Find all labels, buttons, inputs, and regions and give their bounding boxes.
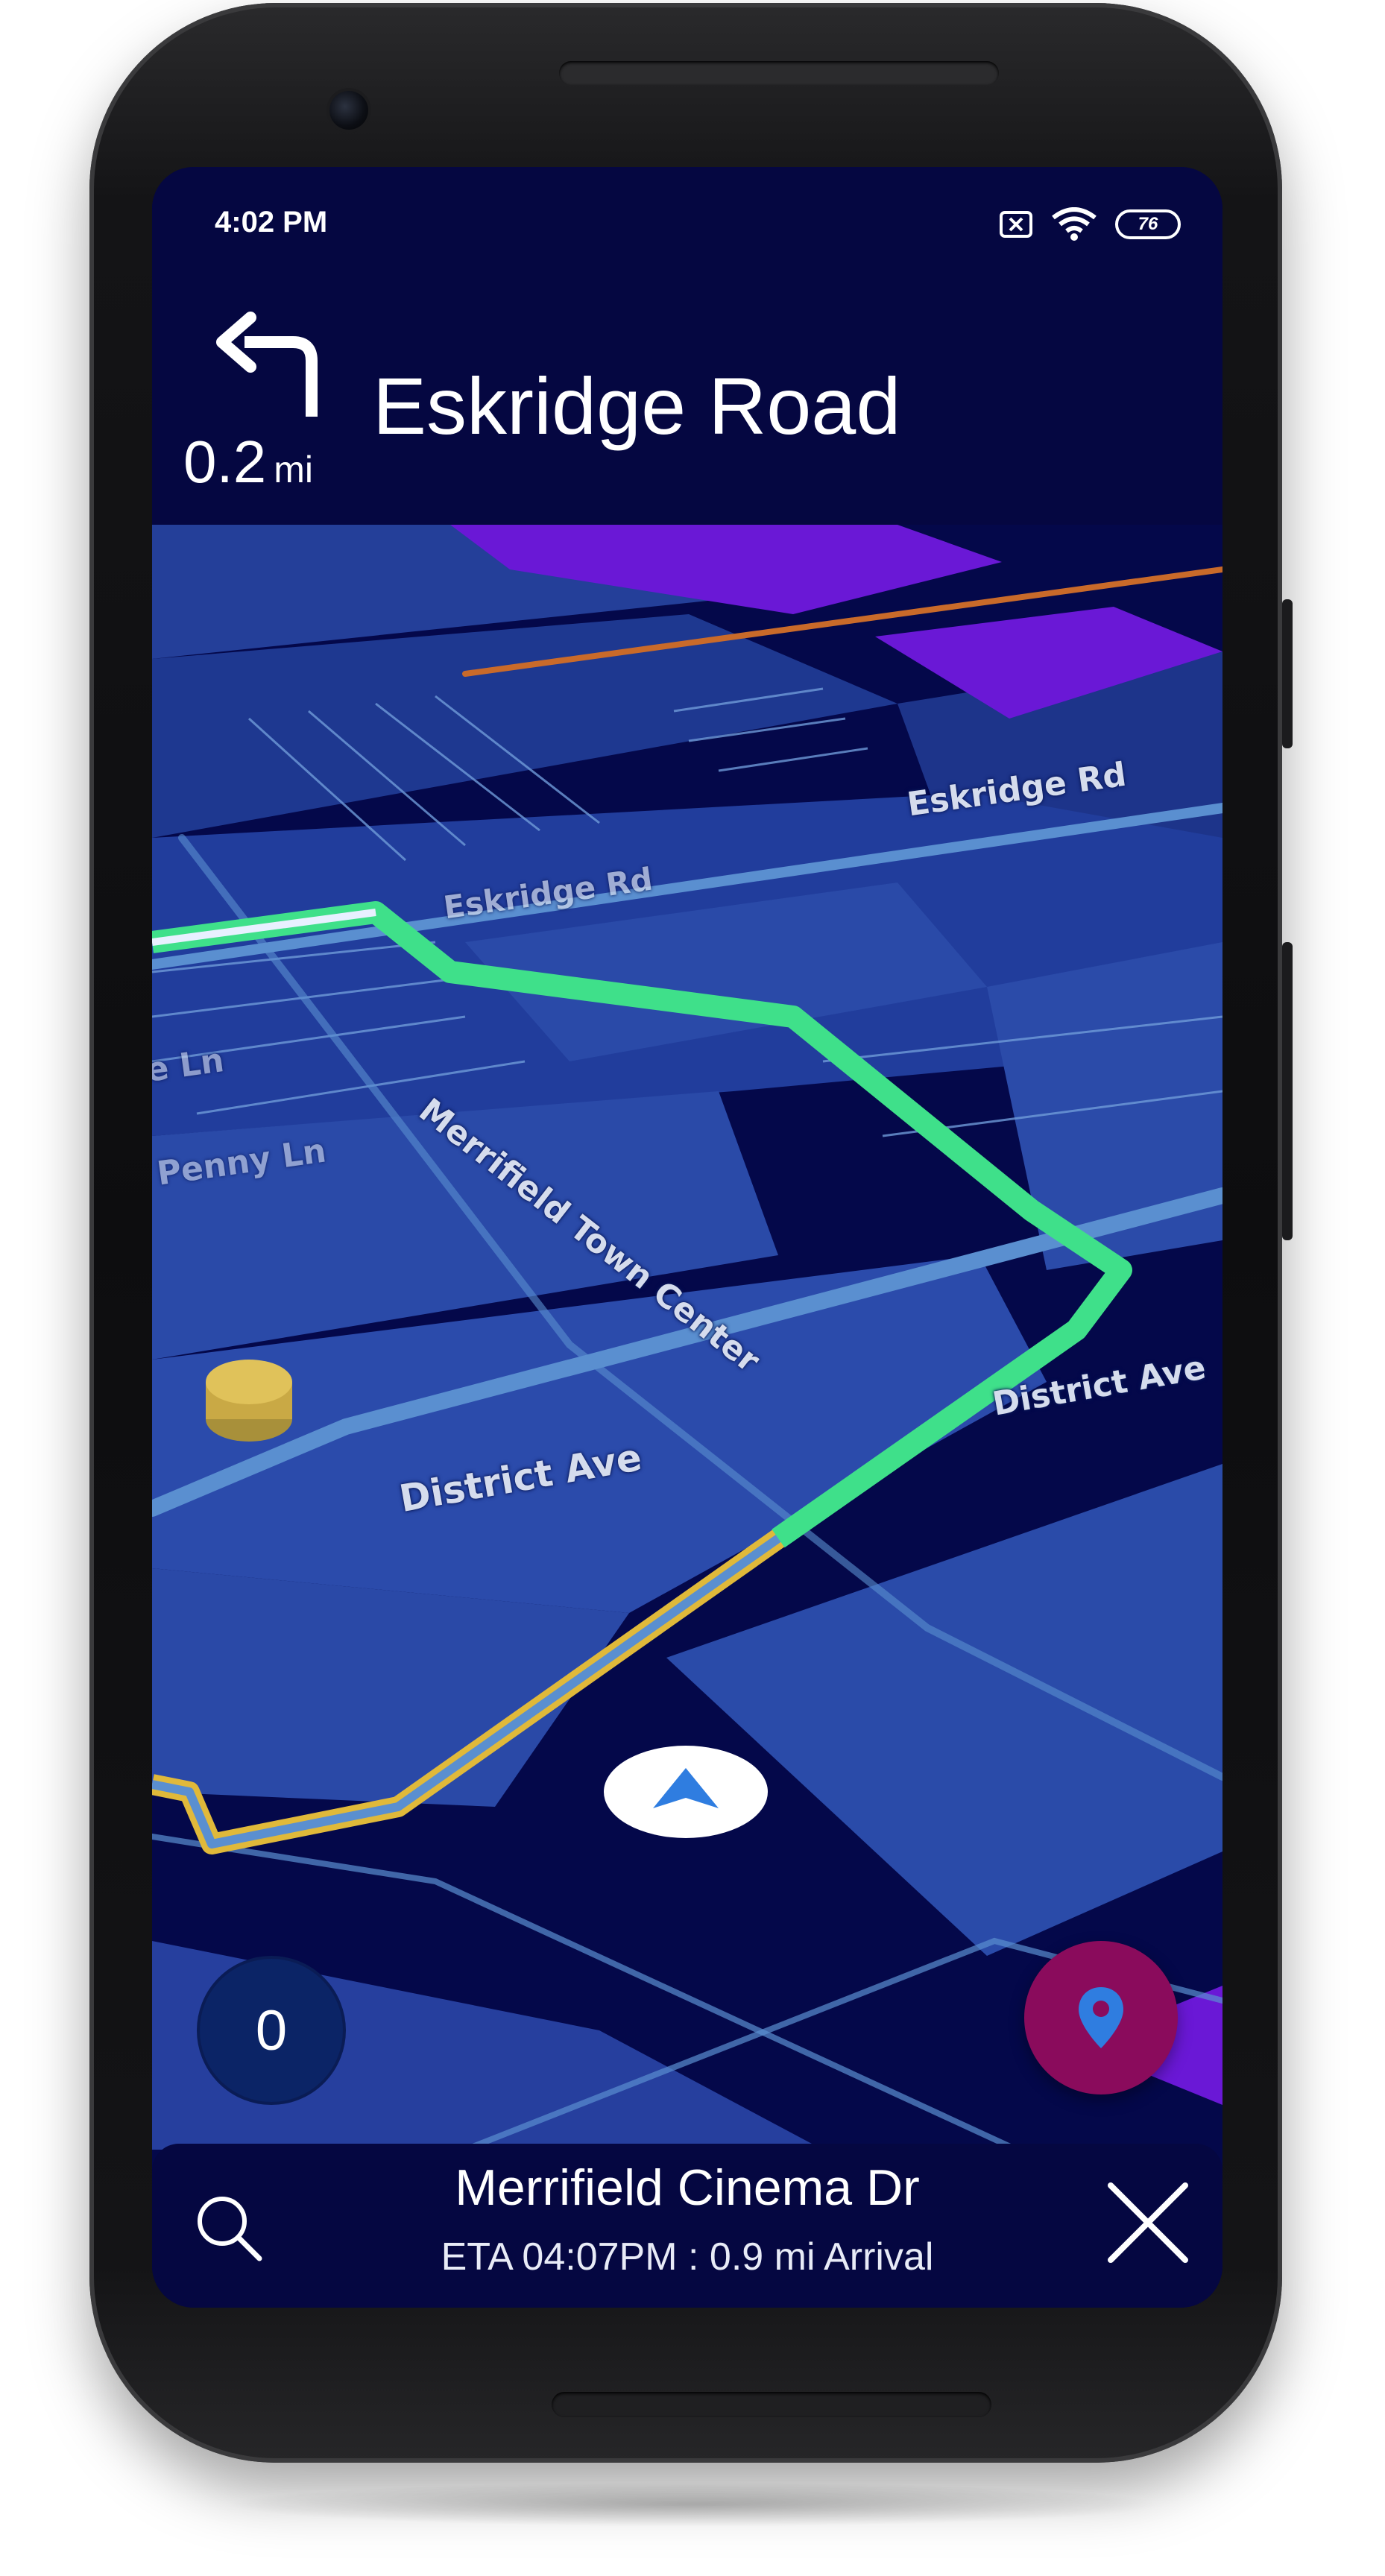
status-bar: 4:02 PM 76 <box>152 167 1222 279</box>
battery-icon: 76 <box>1115 209 1181 239</box>
compass-button[interactable]: 0 <box>197 1956 346 2105</box>
earpiece-speaker <box>559 61 999 85</box>
sim-error-icon <box>1000 211 1032 238</box>
turn-distance-unit: mi <box>274 449 313 490</box>
close-icon[interactable] <box>1103 2178 1193 2267</box>
bottom-speaker <box>552 2392 991 2417</box>
volume-button <box>1282 599 1293 748</box>
vehicle-marker <box>604 1746 768 1838</box>
destination-name: Merrifield Cinema Dr <box>455 2159 920 2216</box>
phone-shadow <box>224 2482 1163 2527</box>
route-summary-bar: Merrifield Cinema Dr ETA 04:07PM : 0.9 m… <box>152 2144 1222 2308</box>
phone-screen: 4:02 PM 76 0.2 mi Eskridge Road Eskridge… <box>152 167 1222 2308</box>
wifi-icon <box>1052 207 1097 241</box>
navigation-header: 0.2 mi Eskridge Road <box>152 279 1222 525</box>
compass-label: 0 <box>255 1998 288 2062</box>
coin-stack-icon <box>206 1360 292 1442</box>
turn-left-arrow-icon <box>216 312 318 417</box>
next-street-name: Eskridge Road <box>373 361 901 451</box>
status-time: 4:02 PM <box>215 206 328 239</box>
turn-distance-value: 0.2 <box>183 429 267 495</box>
power-button <box>1282 942 1293 1240</box>
map-view[interactable]: Eskridge Rd Eskridge Rd Merrifield Town … <box>152 525 1222 2150</box>
status-icons: 76 <box>999 206 1181 243</box>
location-button[interactable] <box>1024 1941 1178 2094</box>
front-camera <box>329 91 368 130</box>
eta-info: ETA 04:07PM : 0.9 mi Arrival <box>441 2235 934 2279</box>
battery-level: 76 <box>1138 214 1158 234</box>
location-pin-icon <box>1079 1987 1123 2048</box>
turn-distance: 0.2 mi <box>183 428 313 496</box>
